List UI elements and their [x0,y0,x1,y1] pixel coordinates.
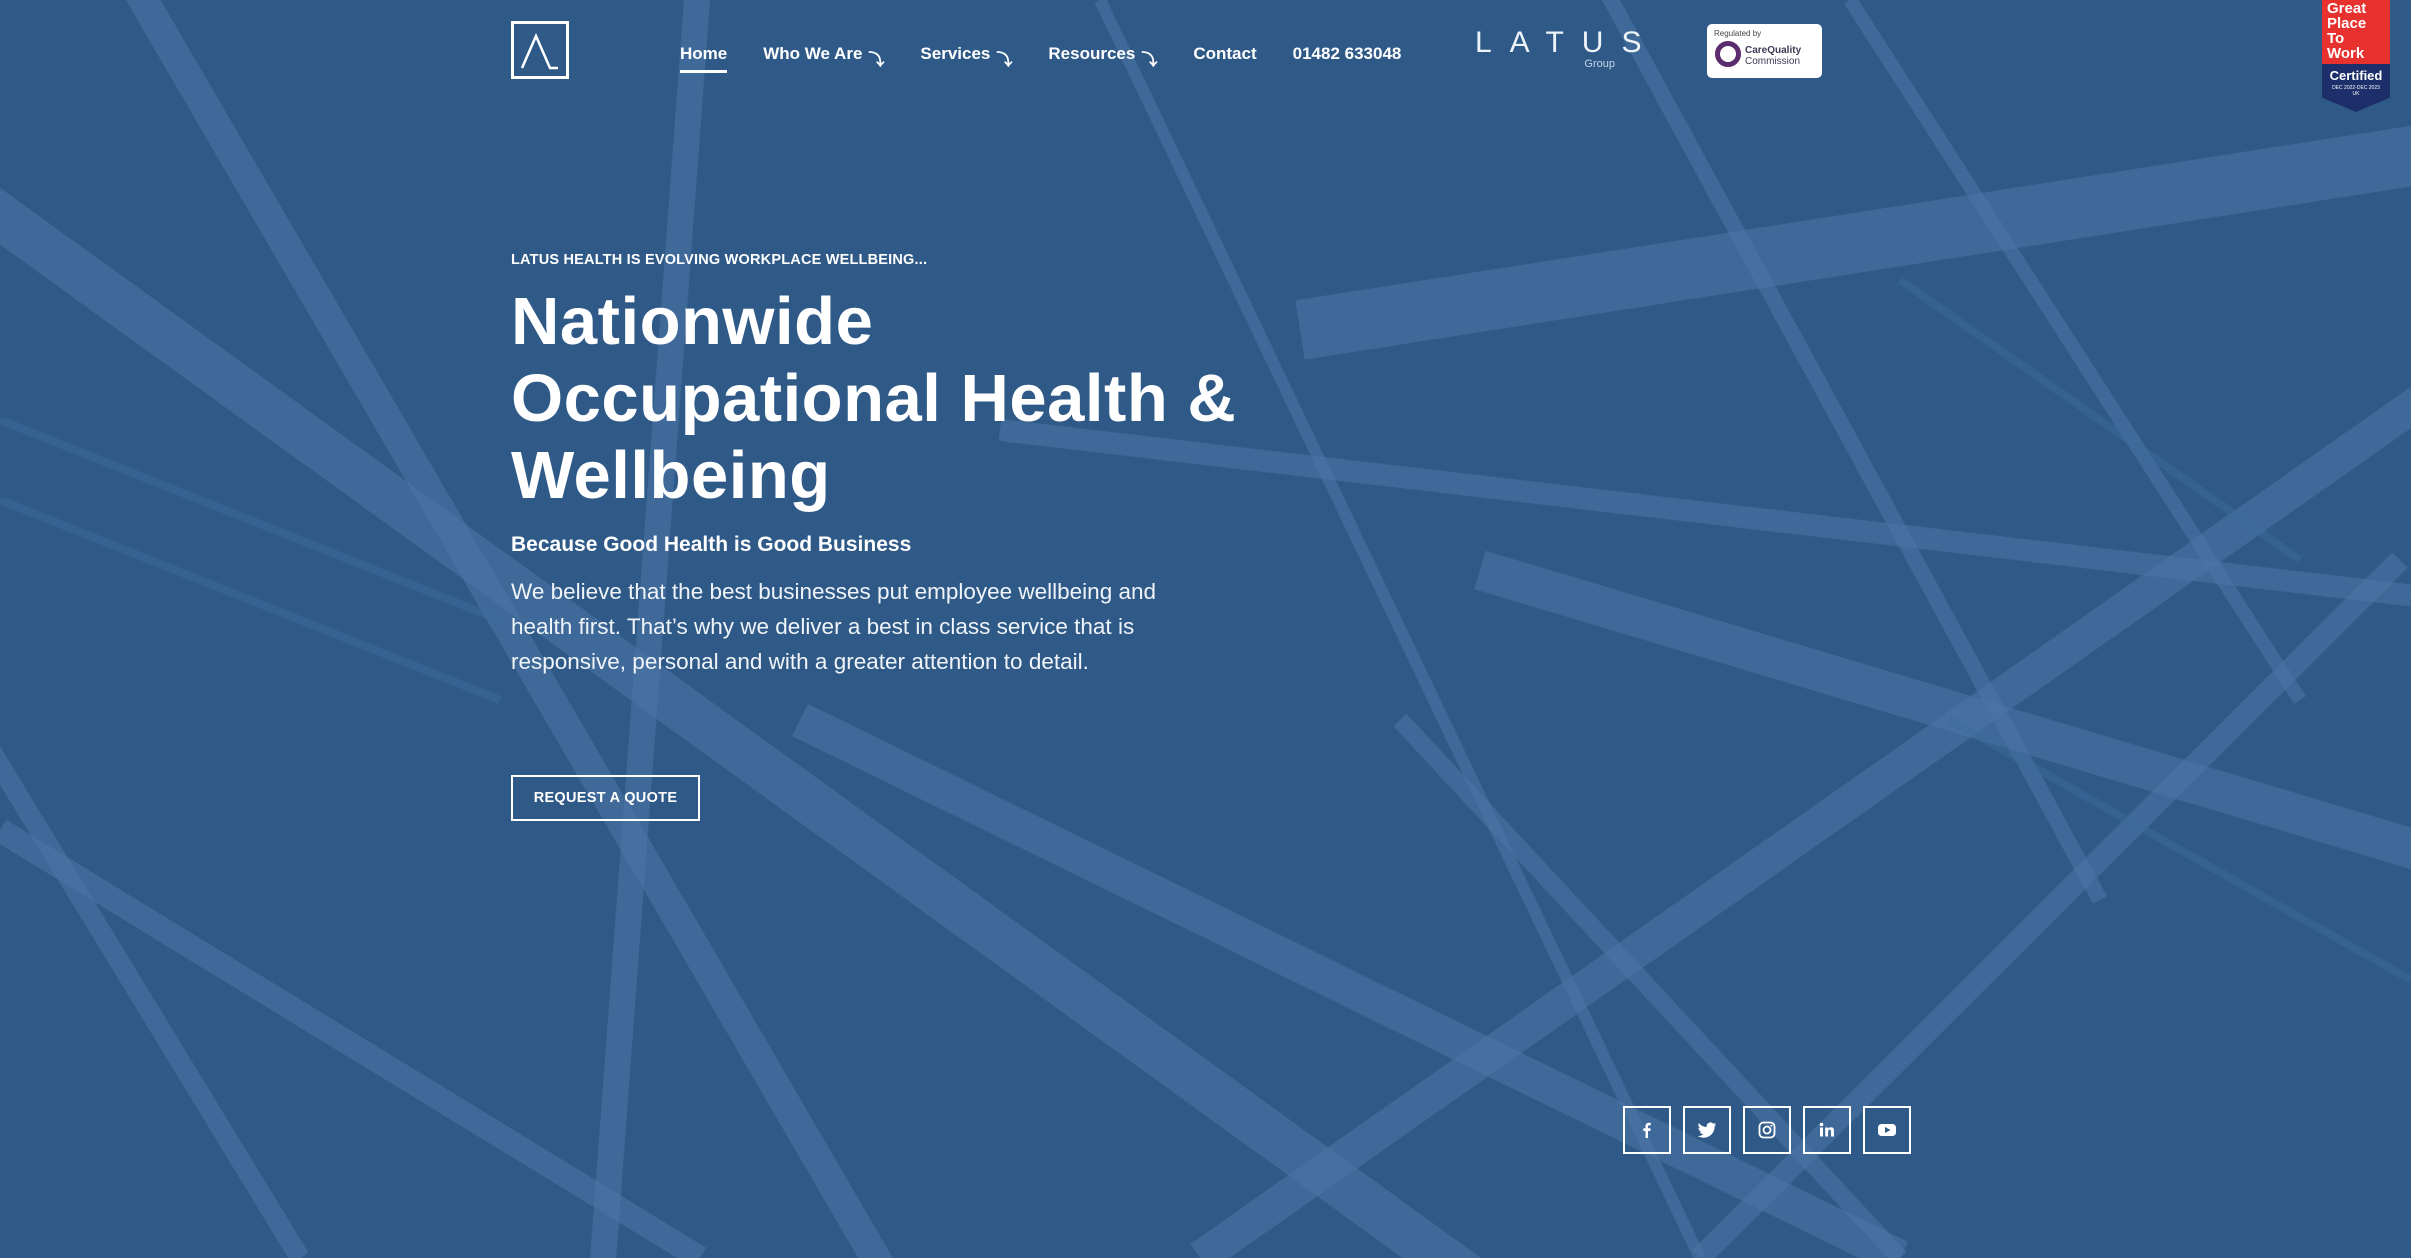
cqc-q-icon [1715,41,1741,67]
phone-number: 01482 633048 [1292,44,1402,63]
site-logo[interactable] [511,21,569,79]
nav-item-label: Services [920,44,991,63]
hero-subheading: Because Good Health is Good Business [511,533,912,556]
nav-item-label: Contact [1193,44,1257,63]
facebook-icon [1643,1122,1651,1138]
gptw-country: UK [2352,91,2360,97]
instagram-icon [1758,1121,1776,1139]
instagram-link[interactable] [1743,1106,1791,1154]
request-quote-label: REQUEST A QUOTE [533,790,678,806]
great-place-to-work-badge[interactable]: Great Place To Work Certified DEC 2022-D… [2322,0,2390,112]
nav-item-label: Who We Are [763,44,863,63]
nav-item-services[interactable]: Services ⤵ [920,42,1012,69]
gptw-certified-block: Certified DEC 2022-DEC 2023 UK [2322,64,2390,112]
dropdown-arrow-icon: ⤵ [1141,52,1158,69]
group-logo-subtitle: Group [1584,58,1615,70]
cqc-name-line1: CareQuality [1745,45,1802,56]
facebook-link[interactable] [1623,1106,1671,1154]
group-logo-wordmark: LATUS [1475,26,1660,59]
hero-body-text: We believe that the best businesses put … [511,579,1156,674]
nav-item-who-we-are[interactable]: Who We Are ⤵ [763,42,884,69]
latus-group-logo[interactable]: LATUS Group [1475,26,1660,72]
cqc-badge-name: CareQuality Commission [1745,45,1801,67]
phone-link[interactable]: 01482 633048 [1293,44,1402,64]
gptw-line: To [2327,30,2345,47]
gptw-certified: Certified [2329,68,2383,83]
nav-item-label: Resources [1048,44,1136,63]
gptw-line: Work [2327,45,2365,62]
hero-headline: Nationwide Occupational Health & Wellbei… [511,284,1237,513]
nav-item-resources[interactable]: Resources ⤵ [1048,42,1157,69]
cqc-badge[interactable]: Regulated by CareQuality Commission [1707,24,1822,78]
twitter-icon [1697,1122,1716,1138]
main-nav: Home Who We Are ⤵ Services ⤵ Resources ⤵… [680,40,1437,73]
cqc-name-line2: Commission [1745,56,1801,67]
linkedin-icon [1819,1122,1834,1137]
nav-item-label: Home [680,44,728,63]
social-links [1623,1106,1911,1154]
dropdown-arrow-icon: ⤵ [996,52,1013,69]
latus-a-logo-icon [520,32,558,70]
request-quote-button[interactable]: REQUEST A QUOTE [511,775,700,821]
gptw-line: Great [2327,0,2367,17]
gptw-line: Place [2327,15,2367,32]
linkedin-link[interactable] [1803,1106,1851,1154]
gptw-title: Great Place To Work [2322,0,2390,64]
twitter-link[interactable] [1683,1106,1731,1154]
nav-item-contact[interactable]: Contact [1193,44,1256,64]
nav-item-home[interactable]: Home [680,44,728,73]
youtube-link[interactable] [1863,1106,1911,1154]
youtube-icon [1878,1124,1896,1136]
cqc-badge-caption: Regulated by [1714,29,1762,38]
hero-eyebrow: LATUS HEALTH IS EVOLVING WORKPLACE WELLB… [511,252,928,268]
dropdown-arrow-icon: ⤵ [868,52,885,69]
